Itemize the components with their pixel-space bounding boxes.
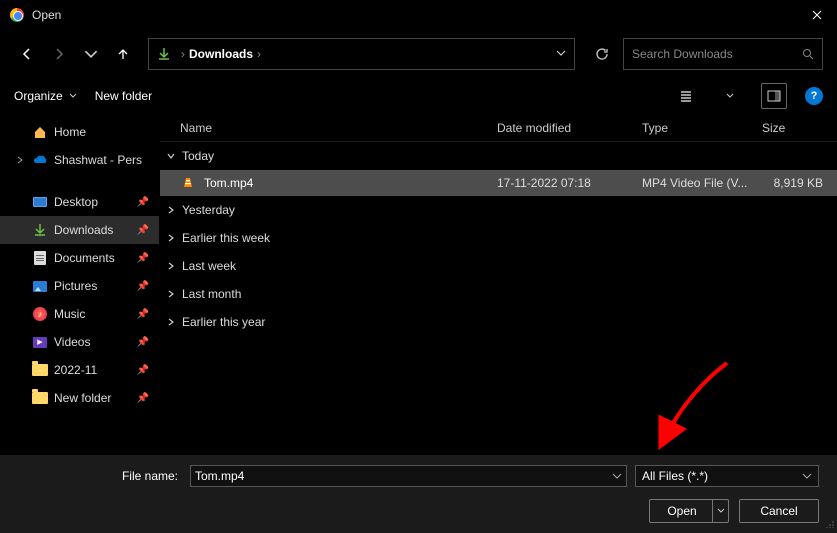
help-button[interactable]: ? [805,87,823,105]
pin-icon: 📌 [137,281,149,292]
sidebar-item-new-folder[interactable]: New folder 📌 [0,384,159,412]
sidebar-item-label: Videos [54,335,90,349]
cancel-button[interactable]: Cancel [739,499,819,523]
group-today[interactable]: Today [160,142,837,170]
filename-label: File name: [18,469,182,483]
chevron-right-icon[interactable] [14,156,26,164]
recent-dropdown[interactable] [78,41,104,67]
sidebar-item-desktop[interactable]: Desktop 📌 [0,188,159,216]
sidebar-item-label: Music [54,307,85,321]
window-title: Open [32,8,797,22]
sidebar-personal-label: Shashwat - Pers [54,153,142,167]
open-button-label: Open [667,504,696,518]
group-earlier-this-week[interactable]: Earlier this week [160,224,837,252]
group-label: Last week [182,259,236,273]
preview-pane-button[interactable] [761,83,787,109]
group-label: Last month [182,287,241,301]
pin-icon: 📌 [137,253,149,264]
list-pane: Name Date modified Type Size Today Tom.mp… [160,114,837,455]
sidebar-personal[interactable]: Shashwat - Pers [0,146,159,174]
chevron-down-icon [802,471,812,481]
sidebar-home-label: Home [54,125,86,139]
vlc-icon [180,175,196,191]
forward-button[interactable] [46,41,72,67]
chrome-icon [10,8,24,22]
resize-grip[interactable] [825,517,835,531]
bottom-panel: File name: All Files (*.*) Open Cancel [0,455,837,533]
sidebar-item-label: New folder [54,391,111,405]
filename-input[interactable] [195,469,612,483]
refresh-button[interactable] [587,39,617,69]
sidebar-item-documents[interactable]: Documents 📌 [0,244,159,272]
group-label: Earlier this year [182,315,265,329]
view-dropdown[interactable] [717,83,743,109]
close-button[interactable] [797,0,837,30]
toolbar: Organize New folder ? [0,78,837,114]
view-button[interactable] [673,83,699,109]
home-icon [32,124,48,140]
chevron-down-icon [69,92,77,100]
address-dropdown[interactable] [556,47,566,61]
organize-label: Organize [14,89,63,103]
back-button[interactable] [14,41,40,67]
group-yesterday[interactable]: Yesterday [160,196,837,224]
search-input[interactable] [632,47,802,61]
sidebar-item-music[interactable]: ♪Music📌 [0,300,159,328]
col-size[interactable]: Size [762,121,837,135]
titlebar: Open [0,0,837,30]
sidebar-home[interactable]: Home [0,118,159,146]
column-headers: Name Date modified Type Size [160,114,837,142]
up-button[interactable] [110,41,136,67]
file-list[interactable]: Today Tom.mp417-11-2022 07:18MP4 Video Fi… [160,142,837,455]
organize-button[interactable]: Organize [14,89,77,103]
sidebar-item-label: Downloads [54,223,113,237]
col-name[interactable]: Name [180,121,497,135]
pin-icon: 📌 [137,337,149,348]
sidebar-item-label: Pictures [54,279,97,293]
pin-icon: 📌 [137,393,149,404]
content: Home Shashwat - Pers Desktop📌Downloads📌D… [0,114,837,455]
breadcrumb-separator: › [257,47,261,61]
sidebar: Home Shashwat - Pers Desktop📌Downloads📌D… [0,114,160,455]
file-row[interactable]: Tom.mp417-11-2022 07:18MP4 Video File (V… [160,170,837,196]
search-icon [802,48,814,60]
group-earlier-this-year[interactable]: Earlier this year [160,308,837,336]
col-date[interactable]: Date modified [497,121,642,135]
filetype-filter-label: All Files (*.*) [642,469,802,483]
search-box[interactable] [623,38,823,70]
file-name: Tom.mp4 [204,176,497,190]
filetype-filter[interactable]: All Files (*.*) [635,465,819,487]
filename-combo[interactable] [190,465,627,487]
pin-icon: 📌 [137,309,149,320]
pin-icon: 📌 [137,225,149,236]
open-split-button[interactable] [712,500,728,522]
group-label: Today [182,149,214,163]
col-type[interactable]: Type [642,121,762,135]
group-last-week[interactable]: Last week [160,252,837,280]
sidebar-item-downloads[interactable]: Downloads 📌 [0,216,159,244]
onedrive-icon [32,152,48,168]
sidebar-item-label: Documents [54,251,115,265]
sidebar-item-pictures[interactable]: Pictures 📌 [0,272,159,300]
breadcrumb-separator: › [181,47,185,61]
group-label: Earlier this week [182,231,270,245]
download-icon [157,47,171,61]
sidebar-item-label: 2022-11 [54,363,97,377]
group-label: Yesterday [182,203,235,217]
new-folder-button[interactable]: New folder [95,89,152,103]
sidebar-item-label: Desktop [54,195,98,209]
group-last-month[interactable]: Last month [160,280,837,308]
file-size: 8,919 KB [762,176,837,190]
nav-row: › Downloads › [0,30,837,78]
file-type: MP4 Video File (V... [642,176,762,190]
pin-icon: 📌 [137,365,149,376]
breadcrumb-location[interactable]: Downloads [189,47,253,61]
address-bar[interactable]: › Downloads › [148,38,575,70]
open-button[interactable]: Open [649,499,729,523]
file-date: 17-11-2022 07:18 [497,176,642,190]
sidebar-item-2022-11[interactable]: 2022-11 📌 [0,356,159,384]
pin-icon: 📌 [137,197,149,208]
sidebar-item-videos[interactable]: ▶Videos📌 [0,328,159,356]
chevron-down-icon[interactable] [612,471,622,481]
